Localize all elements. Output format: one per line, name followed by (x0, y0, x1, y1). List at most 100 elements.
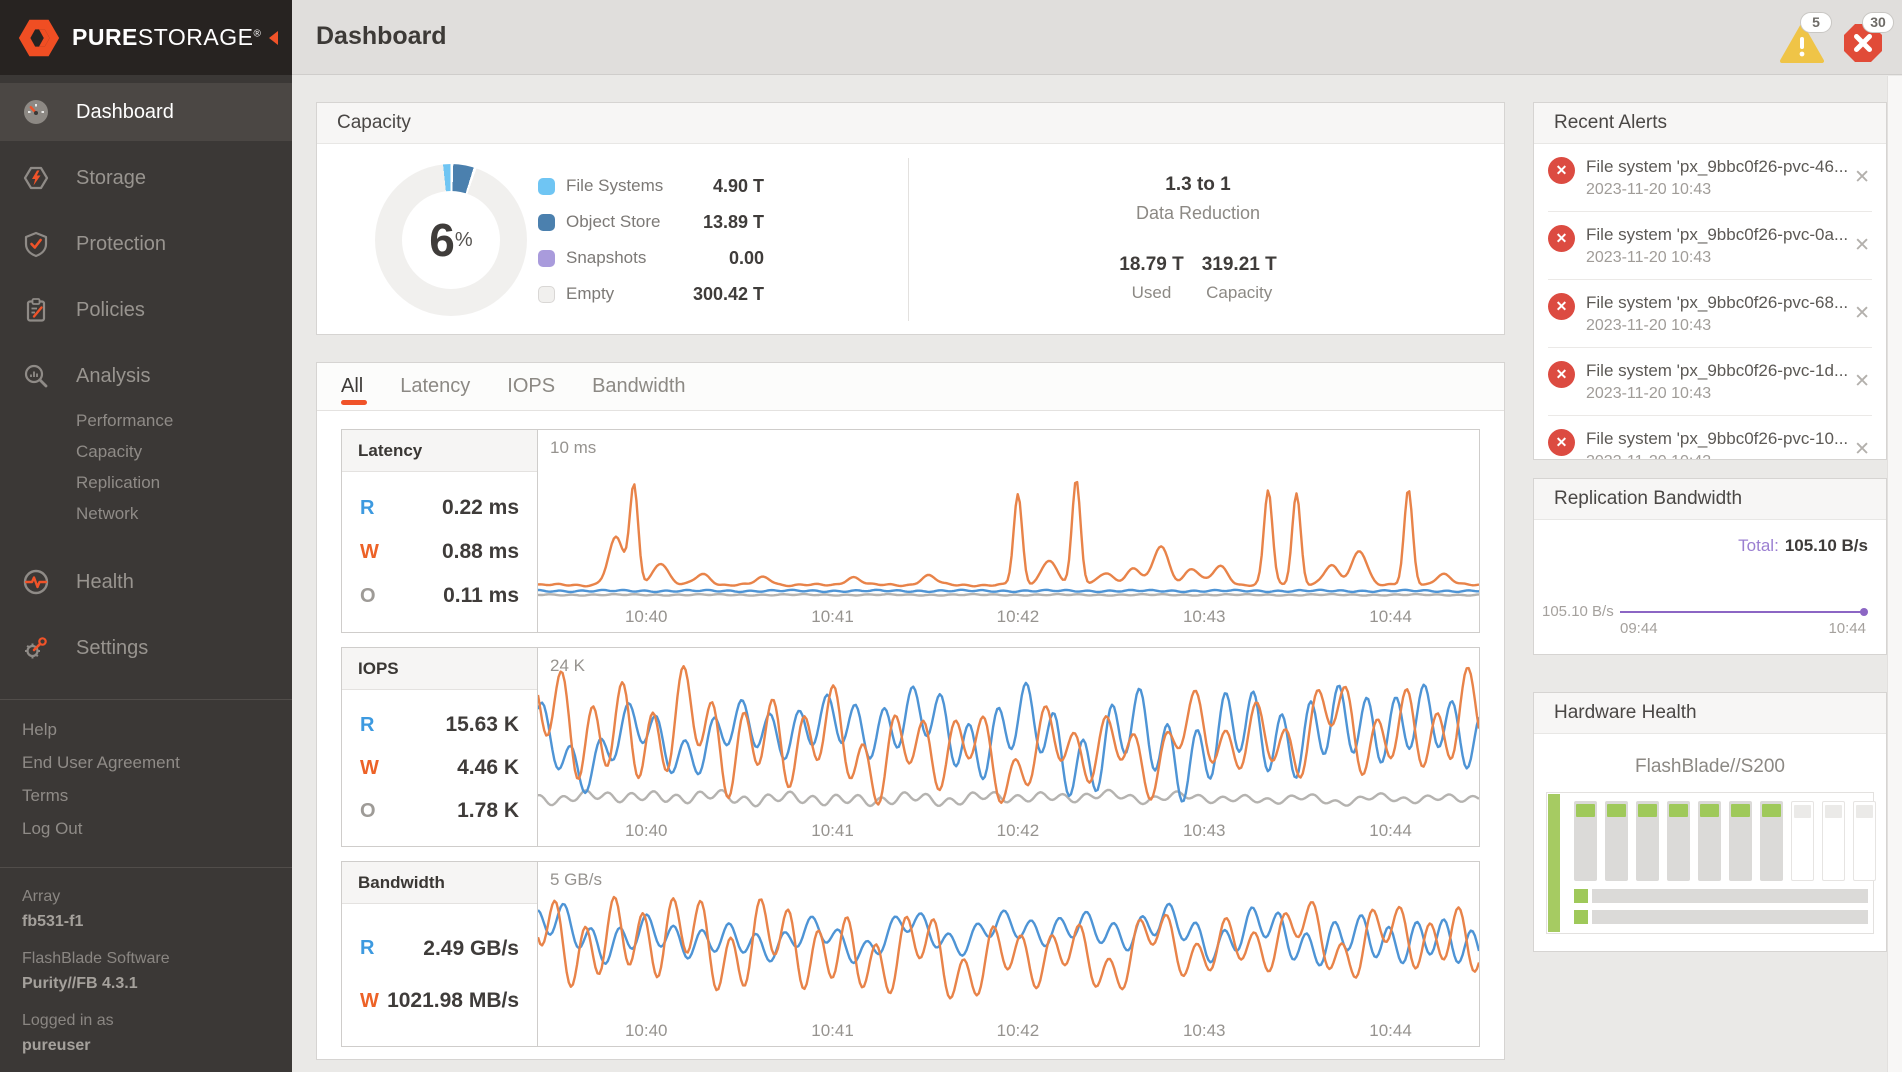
module-body (1592, 889, 1868, 903)
gear-wrench-icon (22, 634, 50, 662)
file-systems-swatch (538, 178, 555, 195)
recent-alerts-title: Recent Alerts (1534, 103, 1886, 144)
blade-slot-populated[interactable] (1760, 801, 1783, 881)
iops-other-metric: O 1.78 K (360, 799, 519, 823)
bandwidth-title: Bandwidth (342, 862, 537, 904)
blade-slot-populated[interactable] (1698, 801, 1721, 881)
legend-label: File Systems (566, 176, 713, 196)
legend-label: Empty (566, 284, 693, 304)
tab-latency[interactable]: Latency (400, 363, 470, 410)
sidebar-item-dashboard[interactable]: Dashboard (0, 83, 292, 141)
array-label: Array (22, 884, 292, 909)
legend-label: Snapshots (566, 248, 729, 268)
tab-iops[interactable]: IOPS (507, 363, 555, 410)
blade-slot-populated[interactable] (1636, 801, 1659, 881)
alert-message: File system 'px_9bbc0f26-pvc-10... (1586, 427, 1848, 450)
sidebar: PURESTORAGE® Dashboard Storage (0, 0, 292, 1072)
blade-slot-populated[interactable] (1574, 801, 1597, 881)
replication-endpoint-dot (1860, 608, 1868, 616)
dismiss-alert-icon[interactable]: ✕ (1854, 236, 1870, 255)
alert-item[interactable]: ✕ File system 'px_9bbc0f26-pvc-68... 202… (1548, 280, 1872, 348)
sidebar-item-health[interactable]: Health (0, 553, 292, 611)
alert-item[interactable]: ✕ File system 'px_9bbc0f26-pvc-10... 202… (1548, 416, 1872, 460)
end-user-agreement-link[interactable]: End User Agreement (22, 746, 292, 779)
blade-slot-empty[interactable] (1791, 801, 1814, 881)
sidebar-subitem-performance[interactable]: Performance (76, 405, 292, 436)
iops-chart-row: IOPS R 15.63 K W 4.46 K O 1.78 K (341, 647, 1480, 847)
logged-in-label: Logged in as (22, 1008, 292, 1033)
chassis-diagram[interactable] (1546, 792, 1874, 934)
top-header: Dashboard 5 30 (292, 0, 1902, 75)
replication-line (1620, 611, 1866, 613)
alert-message: File system 'px_9bbc0f26-pvc-1d... (1586, 359, 1848, 382)
dismiss-alert-icon[interactable]: ✕ (1854, 304, 1870, 323)
alert-item[interactable]: ✕ File system 'px_9bbc0f26-pvc-1d... 202… (1548, 348, 1872, 416)
sidebar-item-label: Settings (76, 637, 148, 660)
latency-line-chart[interactable]: 10 ms 10:4010:4110:4210:4310:44 (538, 430, 1479, 632)
blade-slot-populated[interactable] (1667, 801, 1690, 881)
tab-all[interactable]: All (341, 363, 363, 410)
sidebar-item-storage[interactable]: Storage (0, 149, 292, 207)
iops-line-chart[interactable]: 24 K 10:4010:4110:4210:4310:44 (538, 648, 1479, 846)
svg-text:10:44: 10:44 (1369, 1021, 1412, 1040)
bandwidth-line-chart[interactable]: 5 GB/s 10:4010:4110:4210:4310:44 (538, 862, 1479, 1046)
used-stat: 18.79 T Used (1119, 254, 1183, 303)
scrollbar-track[interactable] (1887, 76, 1902, 1072)
latency-stats: Latency R 0.22 ms W 0.88 ms O 0.11 ms (342, 430, 538, 632)
write-value: 0.88 ms (442, 540, 519, 564)
hardware-health-title: Hardware Health (1534, 693, 1886, 734)
capacity-donut-chart[interactable]: 6% (375, 164, 527, 316)
replication-chart[interactable]: Total:105.10 B/s 105.10 B/s 09:44 10:44 (1534, 520, 1886, 654)
blade-slot-populated[interactable] (1729, 801, 1752, 881)
capacity-donut-center: 6% (402, 191, 500, 289)
total-capacity-value: 319.21 T (1202, 254, 1277, 276)
blade-status-cap (1669, 804, 1688, 817)
bandwidth-stats: Bandwidth R 2.49 GB/s W 1021.98 MB/s (342, 862, 538, 1046)
iops-stats: IOPS R 15.63 K W 4.46 K O 1.78 K (342, 648, 538, 846)
blade-status-cap (1794, 805, 1811, 818)
hardware-health-panel: Hardware Health FlashBlade//S200 (1533, 692, 1887, 952)
sidebar-subitem-replication[interactable]: Replication (76, 467, 292, 498)
total-capacity-stat: 319.21 T Capacity (1202, 254, 1277, 303)
critical-alerts-button[interactable]: 30 (1842, 12, 1888, 64)
logo-light: STORAGE (138, 24, 254, 50)
help-link[interactable]: Help (22, 713, 292, 746)
svg-text:10:42: 10:42 (997, 607, 1040, 626)
logout-link[interactable]: Log Out (22, 812, 292, 845)
write-key: W (360, 757, 379, 780)
svg-text:10:43: 10:43 (1183, 1021, 1226, 1040)
notification-area: 5 30 (1780, 0, 1888, 75)
terms-link[interactable]: Terms (22, 779, 292, 812)
array-info: Array fb531-f1 FlashBlade Software Purit… (0, 868, 292, 1072)
latency-title: Latency (342, 430, 537, 472)
sidebar-item-policies[interactable]: Policies (0, 281, 292, 339)
blade-slot-empty[interactable] (1822, 801, 1845, 881)
sidebar-item-protection[interactable]: Protection (0, 215, 292, 273)
sidebar-subitem-capacity[interactable]: Capacity (76, 436, 292, 467)
dismiss-alert-icon[interactable]: ✕ (1854, 440, 1870, 459)
sidebar-collapse-icon[interactable] (269, 31, 278, 45)
blade-slot-populated[interactable] (1605, 801, 1628, 881)
array-name: fb531-f1 (22, 909, 292, 935)
module-status-led (1574, 910, 1588, 924)
dismiss-alert-icon[interactable]: ✕ (1854, 372, 1870, 391)
tab-bandwidth[interactable]: Bandwidth (592, 363, 685, 410)
alert-timestamp: 2023-11-20 10:43 (1586, 385, 1848, 403)
sidebar-item-analysis[interactable]: Analysis (0, 347, 292, 405)
sidebar-item-settings[interactable]: Settings (0, 619, 292, 677)
blade-slot-empty[interactable] (1853, 801, 1876, 881)
alert-timestamp: 2023-11-20 10:43 (1586, 249, 1848, 267)
dismiss-alert-icon[interactable]: ✕ (1854, 168, 1870, 187)
latency-write-metric: W 0.88 ms (360, 540, 519, 564)
critical-alert-icon: ✕ (1548, 157, 1575, 184)
blade-status-cap (1700, 804, 1719, 817)
logo-text: PURESTORAGE® (72, 24, 261, 51)
storage-icon (22, 164, 50, 192)
sidebar-subitem-network[interactable]: Network (76, 498, 292, 529)
legend-value: 300.42 T (693, 284, 764, 305)
alert-item[interactable]: ✕ File system 'px_9bbc0f26-pvc-0a... 202… (1548, 212, 1872, 280)
alert-item[interactable]: ✕ File system 'px_9bbc0f26-pvc-46... 202… (1548, 144, 1872, 212)
sidebar-nav: Dashboard Storage Protection (0, 75, 292, 677)
warning-alerts-button[interactable]: 5 (1780, 12, 1826, 64)
latency-other-metric: O 0.11 ms (360, 584, 519, 608)
